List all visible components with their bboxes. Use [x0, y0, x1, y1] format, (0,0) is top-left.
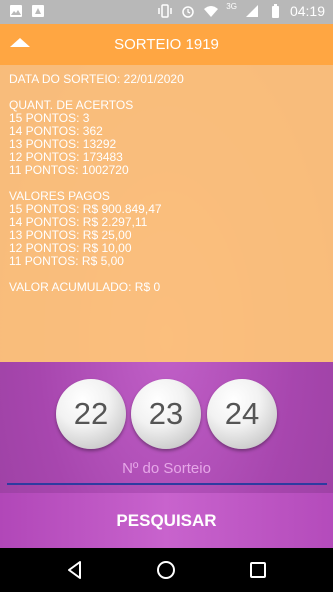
signal-icon — [245, 5, 258, 17]
draw-number-input[interactable]: Nº do Sorteio — [0, 460, 333, 477]
status-bar: 3G 04:19 — [0, 0, 333, 24]
draw-date: DATA DO SORTEIO: 22/01/2020 — [9, 72, 184, 86]
network-type: 3G — [226, 1, 237, 11]
panel-title: SORTEIO 1919 — [114, 36, 219, 53]
ball-24[interactable]: 24 — [207, 379, 277, 449]
panel-body: DATA DO SORTEIO: 22/01/2020 QUANT. DE AC… — [9, 73, 329, 294]
image-icon — [10, 5, 22, 17]
clock: 04:19 — [289, 3, 325, 19]
vibrate-icon — [158, 4, 173, 18]
accumulated-value: VALOR ACUMULADO: R$ 0 — [9, 280, 161, 294]
navigation-bar — [0, 548, 333, 592]
home-icon[interactable] — [155, 559, 177, 581]
ball-22[interactable]: 22 — [56, 379, 126, 449]
result-panel: SORTEIO 1919 DATA DO SORTEIO: 22/01/2020… — [0, 24, 333, 362]
recents-icon[interactable] — [247, 559, 269, 581]
search-button[interactable]: PESQUISAR — [0, 493, 333, 548]
hits-11: 11 PONTOS: 1002720 — [9, 163, 129, 177]
alarm-icon — [182, 6, 195, 18]
panel-header[interactable]: SORTEIO 1919 — [0, 24, 333, 65]
draw-number-underline — [7, 483, 327, 485]
ball-23[interactable]: 23 — [131, 379, 201, 449]
back-icon[interactable] — [64, 559, 86, 581]
wifi-icon — [204, 6, 219, 17]
paid-11: 11 PONTOS: R$ 5,00 — [9, 254, 124, 268]
sync-icon — [32, 5, 44, 17]
battery-icon — [271, 4, 279, 18]
